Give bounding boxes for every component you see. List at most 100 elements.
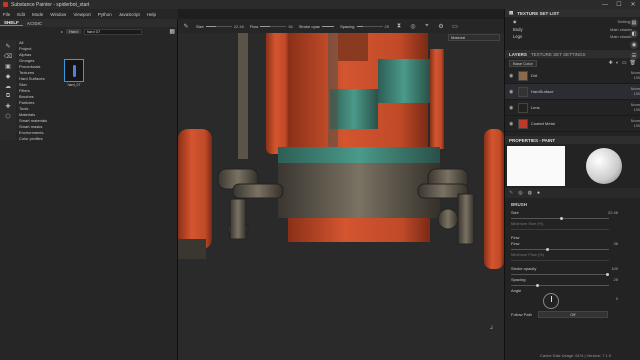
camera-icon[interactable]: ⌖ [423,23,431,30]
layer-thumbnail [518,102,528,113]
min-flow-property[interactable]: Minimum Flow (%) [505,251,640,262]
texture-set-row[interactable]: Legs Main shader [505,33,640,40]
add-layer-icon[interactable]: ✚ [609,60,613,66]
menu-help[interactable]: Help [147,12,156,17]
texture-set-name: Body [513,27,523,32]
size-prop-value: 22.46 [607,210,618,215]
stroke-prop-value: 100 [611,266,618,271]
toolbar-size[interactable]: Size 22.46 [196,24,244,29]
shelf-panel: SHELF ACIDIC ▸ Hard ▦ ✎ ⌫ ▣ ◆ ☁ ⧉ ✚ ⬡ Al… [0,19,178,360]
menu-window[interactable]: Window [50,12,66,17]
spacing-slider[interactable] [356,25,383,27]
grid-view-icon[interactable]: ▦ [169,28,175,35]
display-icon[interactable]: ▭ [451,23,459,30]
close-button[interactable]: ✕ [626,1,640,8]
texture-set-toolbar: ◉ Settings [505,17,640,26]
tab-acidic[interactable]: ACIDIC [23,21,47,26]
display-settings-icon[interactable]: ☰ [630,52,638,60]
viewport-material-select[interactable]: Material [448,34,500,41]
title-bar: Substance Painter - spiderbot_start — ☐ … [0,0,640,9]
visibility-icon[interactable]: ◉ [513,19,517,24]
stroke-opacity-property[interactable]: Stroke opacity 100 [505,265,640,276]
filter-arrow-icon[interactable]: ▸ [61,29,63,34]
flow-property[interactable]: Flow 36 [505,240,640,251]
flow-slider[interactable] [260,25,287,27]
layer-row[interactable]: ◉ Dirt Norm 100 [505,68,640,84]
size-slider[interactable] [205,25,232,27]
texture-set-shader[interactable]: Main shader [610,34,632,39]
flow-prop-slider[interactable] [511,248,609,251]
minimize-button[interactable]: — [598,2,612,8]
spacing-value: 25 [384,23,389,29]
3d-viewport[interactable] [178,19,504,360]
toolbar-stroke-opacity[interactable]: Stroke opac [298,23,335,29]
tab-layers[interactable]: LAYERS [509,52,527,57]
texture-set-row[interactable]: Body Main shader [505,26,640,33]
stroke-label: Stroke opac [298,23,321,29]
size-property[interactable]: Size 22.46 [505,209,640,220]
eye-icon[interactable]: ◉ [509,73,515,79]
symmetry-icon[interactable]: ⧗ [395,23,403,30]
size-prop-slider[interactable] [511,217,609,220]
eye-icon[interactable]: ◉ [509,105,515,111]
stroke-prop-slider[interactable] [511,273,610,276]
toolbar-flow[interactable]: Flow 36 [250,24,293,29]
spacing-label: Spacing [340,23,355,29]
shelf-search-input[interactable] [83,28,142,35]
properties-panel-icon[interactable]: ◉ [630,41,638,49]
stroke-slider[interactable] [322,25,335,27]
follow-path-property[interactable]: Follow Path Off [505,311,640,318]
category-color-profiles[interactable]: Color profiles [19,136,58,142]
brush-tab-icon[interactable]: ✎ [509,190,513,196]
layer-blend[interactable]: Norm 100 [618,119,640,128]
toolbar-spacing[interactable]: Spacing 25 [340,24,389,29]
menu-file[interactable]: File [3,12,10,17]
menu-viewport[interactable]: Viewport [73,12,90,17]
angle-property[interactable]: Angle 0 [505,287,640,311]
eye-icon[interactable]: ◉ [509,89,515,95]
layer-row[interactable]: ◉ Lens Norm 100 [505,100,640,116]
angle-prop-label: Angle [511,288,522,293]
layer-row[interactable]: ◉ Coated Metal Norm 100 [505,116,640,132]
layer-thumbnail [518,118,528,129]
menu-python[interactable]: Python [98,12,112,17]
layer-blend[interactable]: Norm 100 [618,87,640,96]
maximize-button[interactable]: ☐ [612,1,626,8]
texture-set-shader[interactable]: Main shader [610,27,632,32]
eye-icon[interactable]: ◉ [509,121,515,127]
angle-dial[interactable] [543,293,559,309]
settings-icon[interactable]: ⚙ [437,23,445,30]
shelf-asset-tile[interactable]: hard_07 [64,59,84,87]
add-mask-icon[interactable]: ◐ [616,60,619,66]
texture-set-list-title: TEXTURE SET LIST [517,10,560,16]
add-folder-icon[interactable]: ▭ [622,60,627,66]
axis-gizmo-icon: ⅃ [490,325,493,331]
brush-toolbar: ✎ Size 22.46 Flow 36 Stroke opac Spacing… [178,19,504,33]
material-tab-icon[interactable]: ● [537,190,540,196]
texture-set-panel-icon[interactable]: ▤ [630,19,638,27]
follow-path-toggle[interactable]: Off [537,311,608,318]
spacing-property[interactable]: Spacing 25 [505,276,640,287]
menu-javascript[interactable]: JavaScript [119,12,140,17]
layer-blend[interactable]: Norm 100 [618,103,640,112]
tab-shelf[interactable]: SHELF [0,20,23,26]
layer-name: Lens [531,105,540,110]
asset-name: hard_07 [67,83,81,87]
stencil-tab-icon[interactable]: ◍ [528,190,532,196]
menu-edit[interactable]: Edit [17,12,25,17]
brush-icon[interactable]: ✎ [182,23,190,30]
brush-preview-area [505,144,640,188]
tab-texture-set-settings[interactable]: TEXTURE SET SETTINGS [531,52,586,57]
layer-name: Coated Metal [531,121,555,126]
alpha-tab-icon[interactable]: ◎ [518,190,522,196]
brush-section: BRUSH [511,202,528,207]
lazy-mouse-icon[interactable]: ◎ [409,23,417,30]
layers-panel-icon[interactable]: ◧ [630,30,638,38]
menu-mode[interactable]: Mode [32,12,43,17]
layer-row[interactable]: ◉ HardSurface Norm 100 [505,84,640,100]
spacing-prop-slider[interactable] [511,284,609,287]
channel-select[interactable]: Base Color [509,59,537,67]
filter-chip[interactable]: Hard [66,29,81,34]
layer-thumbnail [518,86,528,97]
min-size-property[interactable]: Minimum Size (%) [505,220,640,231]
